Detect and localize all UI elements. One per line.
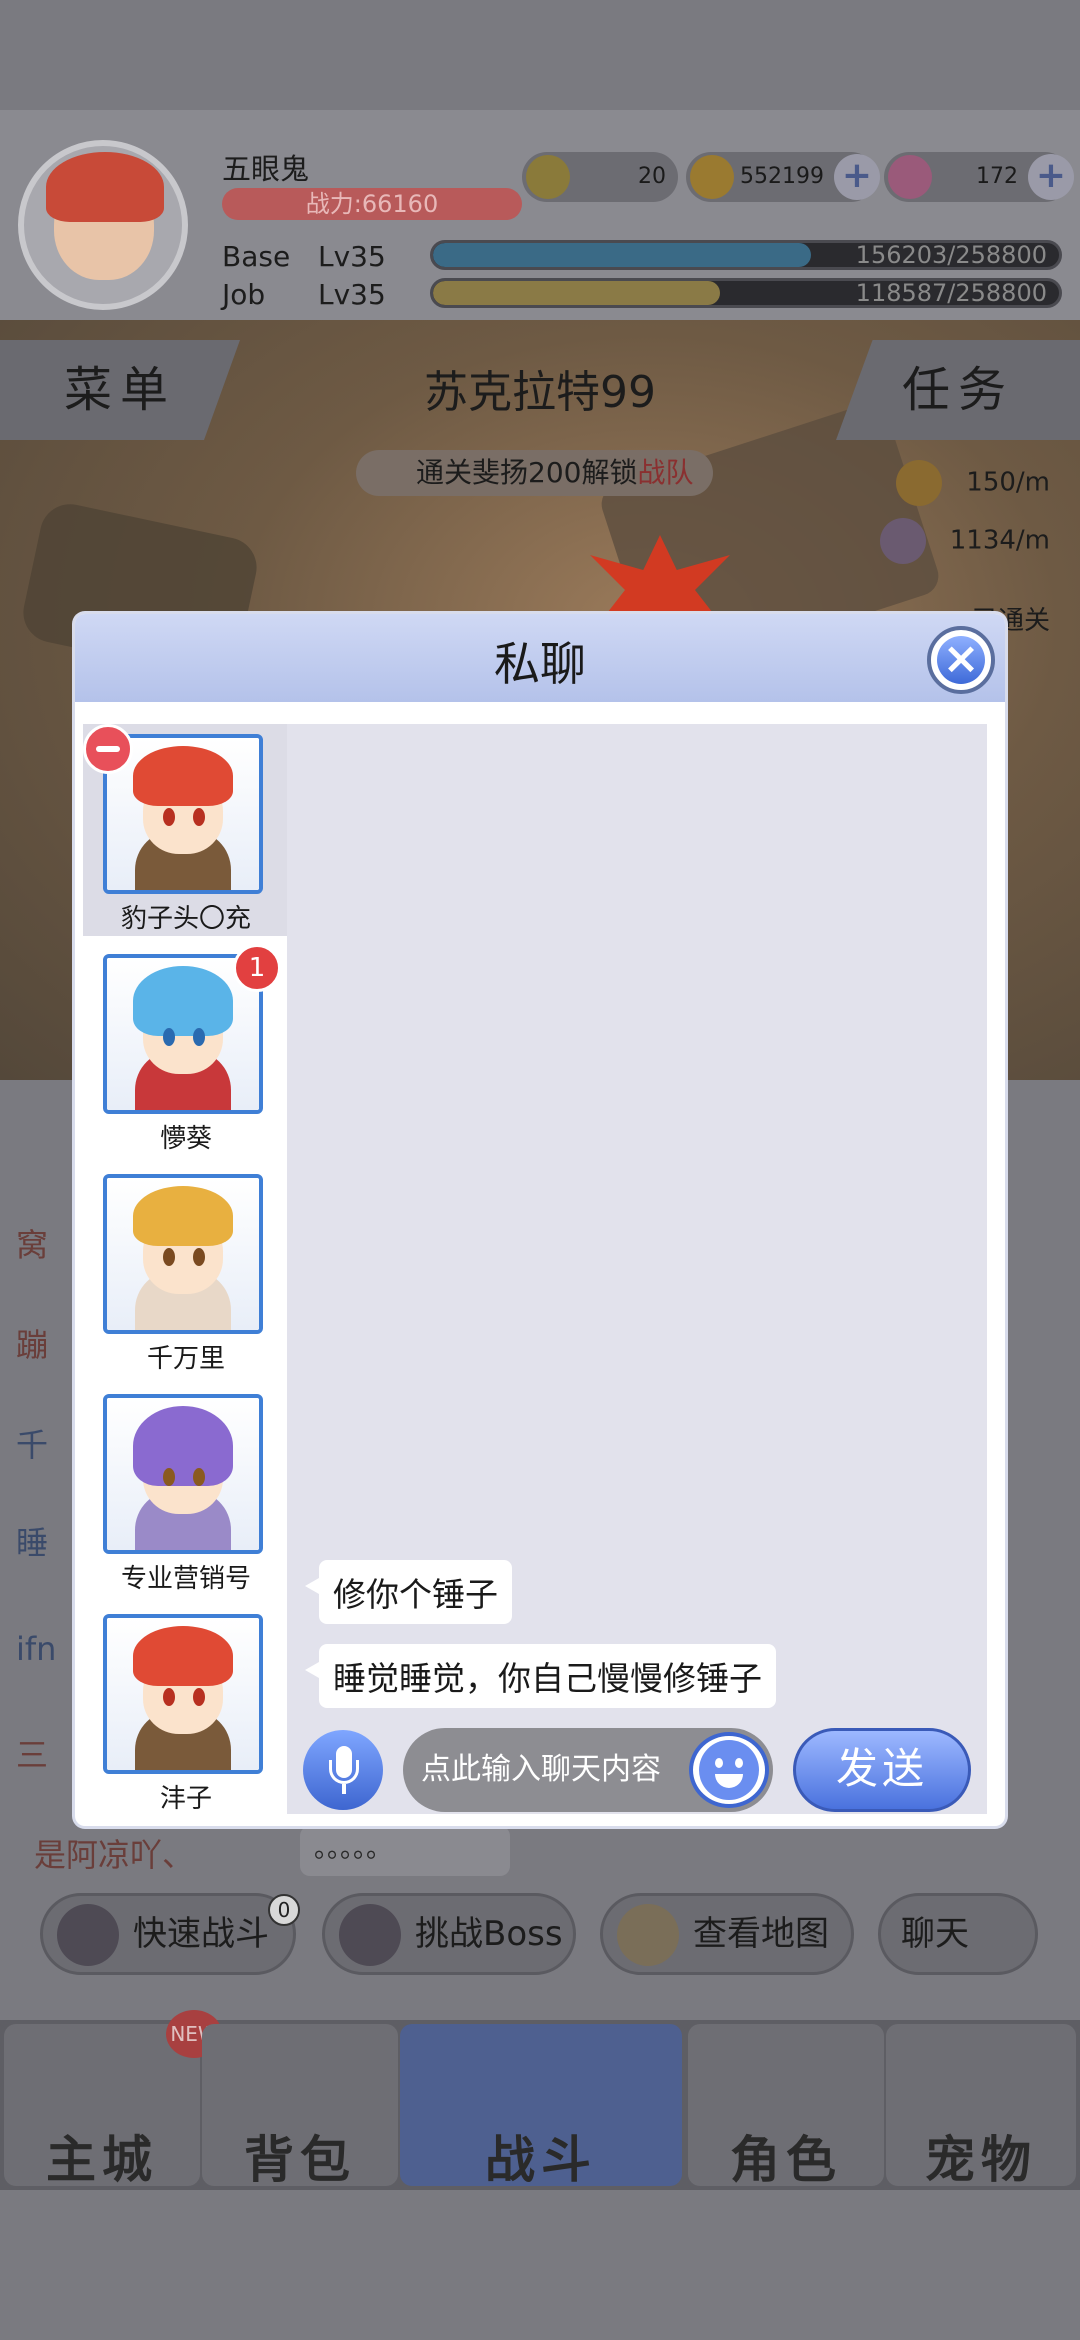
- challenge-boss-button[interactable]: 挑战Boss: [322, 1893, 576, 1975]
- chat-line: ifn: [16, 1630, 57, 1668]
- map-scroll-icon: [617, 1904, 679, 1966]
- base-exp-fill: [433, 243, 812, 267]
- exp-rate-icon: [879, 518, 926, 564]
- exp-rate: 1134/m: [879, 518, 1050, 564]
- chat-line: 窝: [16, 1226, 49, 1264]
- contact-avatar: [103, 1174, 263, 1334]
- view-map-label: 查看地图: [693, 1914, 829, 1954]
- quick-battle-icon: [57, 1904, 119, 1966]
- coin-counter: 552199 +: [686, 152, 880, 202]
- base-exp-bar: 156203/258800: [430, 240, 1062, 270]
- contact-avatar: [103, 1614, 263, 1774]
- chat-sender: 是阿凉吖、: [34, 1836, 195, 1874]
- challenge-boss-label: 挑战Boss: [415, 1914, 563, 1954]
- gold-rate-icon: [896, 460, 943, 506]
- quick-battle-button[interactable]: 快速战斗: [40, 1893, 296, 1975]
- job-exp-fill: [433, 281, 720, 305]
- background-chat-log: 窝 蹦 千 睡 ifn 三: [16, 1210, 76, 1774]
- add-coins-button[interactable]: +: [834, 154, 880, 200]
- unlock-tip-text: 通关斐扬200解锁: [416, 456, 638, 489]
- gem-counter: 172 +: [884, 152, 1074, 202]
- contact-item[interactable]: 千万里: [83, 1164, 289, 1376]
- base-level: Lv35: [318, 240, 386, 273]
- close-button[interactable]: ×: [927, 626, 995, 694]
- unlock-tip[interactable]: 通关斐扬200解锁战队: [356, 450, 714, 496]
- contact-item[interactable]: 1 懜葵: [83, 944, 289, 1156]
- private-chat-dialog: 私聊 × 豹子头〇充 1 懜葵 千万里 专业营销号 沣子 修你个锤子 睡觉睡觉，…: [75, 614, 1005, 1826]
- view-map-button[interactable]: 查看地图: [600, 1893, 854, 1975]
- gem-icon: [888, 155, 932, 199]
- contact-item[interactable]: 专业营销号: [83, 1384, 289, 1596]
- chat-message: 。。。。。: [300, 1826, 510, 1876]
- message-bubble: 睡觉睡觉，你自己慢慢修锤子: [305, 1644, 776, 1708]
- gem-value: 172: [976, 164, 1018, 189]
- map-name: 苏克拉特99: [424, 367, 656, 418]
- add-gems-button[interactable]: +: [1028, 154, 1074, 200]
- combat-power: 战力:66160: [222, 188, 522, 220]
- contact-name: 专业营销号: [120, 1564, 251, 1594]
- zeny-icon: [526, 155, 570, 199]
- emoji-button[interactable]: [689, 1732, 769, 1808]
- send-button[interactable]: 发送: [793, 1728, 971, 1812]
- gold-rate-value: 150/m: [966, 467, 1050, 498]
- menu-button[interactable]: 菜单: [0, 340, 240, 440]
- message-bubble: 修你个锤子: [305, 1560, 512, 1624]
- chat-input-row: 点此输入聊天内容 发送: [287, 1724, 987, 1814]
- job-level: Lv35: [318, 278, 386, 311]
- unlock-tip-highlight: 战队: [637, 456, 694, 489]
- contact-list[interactable]: 豹子头〇充 1 懜葵 千万里 专业营销号 沣子: [83, 724, 289, 1814]
- boss-icon: [339, 1904, 401, 1966]
- coin-icon: [690, 155, 734, 199]
- smiley-icon: [699, 1740, 759, 1800]
- quick-battle-label: 快速战斗: [133, 1914, 269, 1954]
- job-exp-bar: 118587/258800: [430, 278, 1062, 308]
- chat-line: 三: [16, 1736, 49, 1774]
- zeny-value: 20: [638, 164, 666, 189]
- contact-item[interactable]: 豹子头〇充: [83, 724, 289, 936]
- exp-rate-value: 1134/m: [949, 525, 1050, 556]
- coin-value: 552199: [740, 164, 824, 189]
- chat-area: 修你个锤子 睡觉睡觉，你自己慢慢修锤子 点此输入聊天内容 发送: [287, 724, 987, 1814]
- remove-contact-button[interactable]: [83, 724, 133, 774]
- contact-name: 沣子: [159, 1784, 212, 1814]
- contact-name: 懜葵: [159, 1124, 212, 1154]
- chat-line: 睡: [16, 1524, 49, 1562]
- chat-line: 千: [16, 1426, 49, 1464]
- contact-avatar: [103, 1394, 263, 1554]
- base-exp-text: 156203/258800: [855, 241, 1047, 269]
- zeny-counter: 20: [522, 152, 678, 202]
- job-exp-text: 118587/258800: [855, 279, 1047, 307]
- job-label: Job: [222, 278, 266, 311]
- chat-toggle[interactable]: 聊天: [878, 1893, 1038, 1975]
- contact-name: 千万里: [146, 1344, 225, 1374]
- contact-item[interactable]: 沣子: [83, 1604, 289, 1816]
- tasks-button[interactable]: 任务: [836, 340, 1080, 440]
- voice-input-button[interactable]: [303, 1730, 383, 1810]
- nav-battle[interactable]: 战斗: [400, 2024, 682, 2189]
- quick-battle-count: 0: [268, 1894, 300, 1926]
- player-name: 五眼鬼: [222, 152, 310, 186]
- contact-name: 豹子头〇充: [120, 904, 251, 934]
- close-icon: ×: [937, 636, 985, 684]
- chat-line: 蹦: [16, 1326, 49, 1364]
- base-label: Base: [222, 240, 291, 273]
- gold-rate: 150/m: [896, 460, 1050, 506]
- nav-bag[interactable]: 背包: [202, 2024, 398, 2189]
- nav-pet[interactable]: 宠物: [886, 2024, 1076, 2189]
- unread-count-badge: 1: [233, 944, 281, 992]
- player-avatar[interactable]: [18, 140, 188, 310]
- dialog-title: 私聊: [494, 637, 586, 691]
- nav-character[interactable]: 角色: [688, 2024, 884, 2189]
